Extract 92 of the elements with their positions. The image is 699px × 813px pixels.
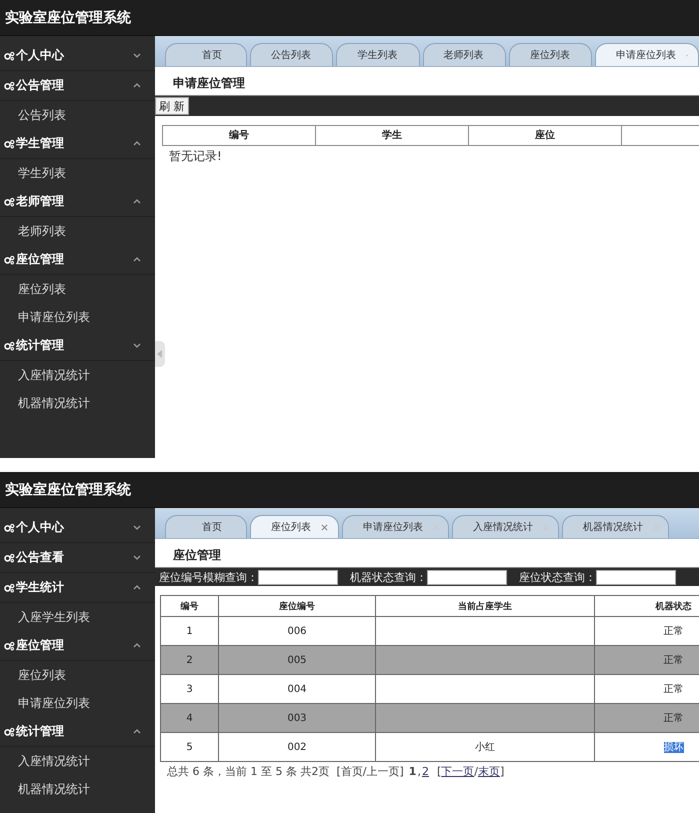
table-cell: 004	[287, 684, 307, 694]
menu-item[interactable]: 申请座位列表	[0, 689, 155, 717]
filter-input[interactable]	[596, 570, 676, 584]
column-header: 编号	[163, 126, 316, 145]
tab[interactable]: 申请座位列表	[342, 515, 449, 538]
menu-group-label: 个人中心	[16, 519, 66, 536]
tab[interactable]: 老师列表	[422, 43, 506, 66]
table-cell: 正常	[664, 713, 684, 724]
filter-input[interactable]	[427, 570, 507, 584]
table-cell: 正常	[664, 684, 684, 695]
pager-link[interactable]: 末页	[478, 765, 500, 778]
menu-item[interactable]: 公告列表	[0, 101, 155, 129]
tab[interactable]: 座位列表	[508, 43, 592, 66]
menu-group-label: 学生统计	[16, 579, 65, 596]
menu-group-label: 公告查看	[16, 549, 65, 566]
menu-group-label: 学生管理	[16, 135, 65, 152]
column-header: 当前占座学生	[376, 596, 594, 616]
close-icon[interactable]	[321, 524, 328, 530]
table-cell: 正常	[664, 626, 684, 637]
filter-label: 座位编号模糊查询：	[159, 570, 258, 584]
pager-bracket: /	[474, 765, 478, 778]
menu-item[interactable]: 座位列表	[0, 275, 155, 303]
pager-link[interactable]: 下一页	[441, 765, 474, 778]
app-title: 实验室座位管理系统	[5, 8, 131, 26]
column-header: 座位	[469, 126, 622, 145]
gears-icon	[4, 80, 15, 90]
pager-bracket: ]	[500, 765, 504, 778]
tab[interactable]: 首页	[165, 515, 247, 538]
gears-icon	[4, 254, 15, 264]
table-cell: 002	[287, 742, 307, 752]
menu-item[interactable]: 机器情况统计	[0, 775, 155, 803]
app-title: 实验室座位管理系统	[5, 480, 131, 498]
column-header: 座位编号	[218, 596, 376, 616]
menu-group-label: 座位管理	[16, 251, 65, 268]
page-heading: 申请座位管理	[172, 75, 246, 92]
table-cell: 4	[186, 712, 193, 724]
menu-item[interactable]: 申请座位列表	[0, 303, 155, 331]
gears-icon	[4, 522, 15, 532]
table-cell: 损坏	[664, 742, 684, 753]
table-cell: 2	[186, 654, 193, 666]
tab[interactable]: 首页	[165, 43, 247, 66]
table-cell: 003	[287, 712, 307, 724]
table-cell: 3	[186, 684, 193, 694]
empty-message: 暂无记录!	[168, 148, 223, 165]
menu-item[interactable]: 入座学生列表	[0, 603, 155, 631]
menu-item[interactable]: 入座情况统计	[0, 361, 155, 389]
table-cell: 006	[287, 626, 307, 636]
filter-label: 座位状态查询：	[519, 570, 596, 584]
page-link[interactable]: 2	[422, 765, 429, 778]
gears-icon	[4, 50, 15, 60]
menu-item[interactable]: 座位列表	[0, 661, 155, 689]
menu-group-label: 公告管理	[16, 77, 65, 94]
pager-prev: [首页/上一页]	[336, 765, 404, 778]
table-cell: 正常	[664, 655, 684, 666]
menu-item[interactable]: 入座情况统计	[0, 747, 155, 775]
menu-group-label: 统计管理	[16, 337, 65, 354]
menu-item[interactable]: 学生列表	[0, 159, 155, 187]
column-header: 编号	[160, 596, 218, 616]
tab[interactable]: 机器情况统计	[562, 515, 669, 538]
table-cell: 5	[186, 742, 193, 752]
pager-bracket: [	[436, 765, 442, 778]
page-separator: ,	[417, 765, 421, 778]
column-header: 机器状态	[594, 596, 699, 616]
menu-item[interactable]: 机器情况统计	[0, 389, 155, 417]
tab[interactable]: 公告列表	[250, 43, 334, 66]
filter-label: 机器状态查询：	[350, 570, 427, 584]
tab[interactable]: 学生列表	[336, 43, 420, 66]
table-cell: 小红	[475, 742, 495, 753]
gears-icon	[4, 138, 15, 148]
page-heading: 座位管理	[172, 547, 222, 564]
table-cell: 1	[186, 626, 193, 636]
tab[interactable]: 入座情况统计	[452, 515, 559, 538]
tab[interactable]: 申请座位列表	[595, 43, 699, 66]
pager-summary: 总共 6 条，当前 1 至 5 条 共2页	[167, 765, 330, 778]
menu-group-label: 统计管理	[16, 723, 65, 740]
gears-icon	[4, 582, 15, 592]
collapse-handle[interactable]	[155, 341, 165, 367]
table-cell: 005	[287, 654, 307, 666]
menu-item[interactable]: 老师列表	[0, 217, 155, 245]
current-page: 1	[408, 765, 416, 778]
menu-group-label: 座位管理	[16, 637, 65, 654]
tab[interactable]: 座位列表	[250, 515, 339, 538]
gears-icon	[4, 340, 15, 350]
menu-group-label: 个人中心	[16, 47, 66, 64]
gears-icon	[4, 552, 15, 562]
filter-input[interactable]	[258, 570, 338, 584]
refresh-button[interactable]: 刷 新	[155, 97, 188, 115]
menu-group-label: 老师管理	[16, 193, 65, 210]
column-header: 学生	[316, 126, 469, 145]
gears-icon	[4, 196, 15, 206]
gears-icon	[4, 726, 15, 736]
gears-icon	[4, 640, 15, 650]
